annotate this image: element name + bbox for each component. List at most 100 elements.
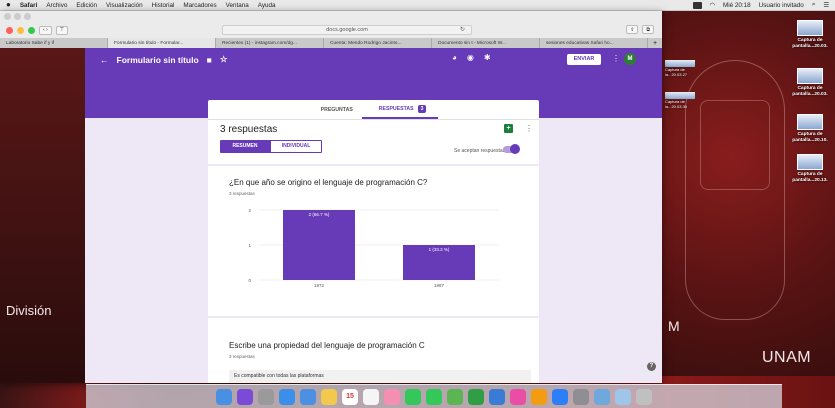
new-tab-icon[interactable]: + [648,40,662,47]
calendar-icon[interactable]: 15 [342,388,358,405]
zoom-button[interactable] [28,26,35,34]
keynote-icon[interactable] [489,388,505,405]
unam-emblem-shield [700,100,770,190]
chart-x-tick: 1987 [434,283,445,288]
back-arrow-icon[interactable]: ← [100,55,109,65]
avatar[interactable]: M [624,53,636,65]
close-button[interactable] [6,26,13,34]
chart-y-tick: 2 [248,208,251,213]
siri-icon[interactable] [237,388,253,405]
notes-icon[interactable] [321,388,337,405]
reminders-icon[interactable] [363,388,379,405]
safari-icon[interactable] [279,388,295,405]
appstore-icon[interactable] [552,388,568,405]
zoom-button[interactable] [24,13,31,20]
tab[interactable]: Cuenta: Mendo Rodrigo Jacinto... [324,38,432,48]
individual-toggle[interactable]: INDIVIDUAL [270,140,322,153]
tab[interactable]: sesiones educativas Safari ho... [540,38,648,48]
menu-item-visualizacion[interactable]: Visualización [106,2,143,9]
sidebar-button[interactable]: ⊤ [55,25,69,35]
photos-icon[interactable] [384,388,400,405]
menu-item-safari[interactable]: Safari [20,2,38,9]
menu-item-ventana[interactable]: Ventana [226,2,249,9]
menu-item-historial[interactable]: Historial [152,2,175,9]
share-button[interactable]: ⇪ [626,25,639,34]
search-icon[interactable]: ⌕ [812,1,816,9]
menu-item-edicion[interactable]: Edición [76,2,97,9]
file-thumbnail [797,154,823,170]
chart-data-label: 1 (33.3 %) [429,247,450,252]
forms-header-icons: ◕ ◉ ✱ [452,53,491,62]
mail-icon[interactable] [300,388,316,405]
response-text: Es compatible con todas las plataformas [229,370,531,383]
desktop-file[interactable]: Captura de pantalla...20.03. [790,68,830,98]
summary-toggle[interactable]: RESUMEN [220,140,270,153]
finder-icon[interactable] [216,388,232,405]
apple-icon[interactable]: ● [6,1,11,9]
file-thumbnail [665,60,695,67]
wifi-icon[interactable]: ◠ [710,2,716,9]
user-menu[interactable]: Usuario invitado [759,2,804,9]
sheets-icon[interactable]: + [504,124,513,133]
desktop-file[interactable]: Captura de pantalla...20.03. [790,20,830,50]
send-button[interactable]: ENVIAR [567,54,601,65]
chart-x-tick: 1972 [314,283,325,288]
more-options-icon[interactable]: ⋮ [612,54,620,63]
itunes-icon[interactable] [510,388,526,405]
menu-item-archivo[interactable]: Archivo [46,2,67,9]
chart-data-label: 2 (66.7 %) [309,212,330,217]
file-thumbnail [797,20,823,36]
toggle-knob[interactable] [510,144,520,154]
finder-folder-icon[interactable] [615,388,631,405]
minimize-button[interactable] [17,26,24,34]
tab-responses[interactable]: RESPUESTAS 3 [379,105,427,114]
tab[interactable]: Laboratorio Sabe if y if [0,38,108,48]
chart-bar[interactable] [283,210,355,280]
desktop-icon[interactable] [594,388,610,405]
desktop-file[interactable]: Captura de pantalla...20.13. [790,154,830,184]
close-button[interactable] [4,13,11,20]
responses-bar-chart: 0 1 2 2 (66.7 %) 1972 1 (33.3 %) 1987 [248,208,499,288]
question-title: ¿En que año se origino el lenguaje de pr… [229,178,428,187]
desktop-file[interactable]: Captura de la...20.03.27 [665,60,695,77]
reload-icon[interactable]: ↻ [460,26,465,33]
tab[interactable]: Documento sin t - Microsoft W... [432,38,540,48]
star-icon[interactable]: ☆ [220,54,228,65]
wallpaper-unam-text: UNAM [762,349,812,366]
chart-y-tick: 0 [248,278,251,283]
tab-active[interactable]: Formulario sin título - Formular... [108,38,216,48]
help-icon[interactable]: ? [647,362,656,371]
notification-center-icon[interactable]: ☰ [823,2,829,9]
url-bar[interactable]: docs.google.com [222,25,472,35]
file-thumbnail [797,114,823,130]
back-forward-buttons[interactable]: ‹ › [39,25,52,35]
question-response-count: 3 respuestas [229,191,255,196]
preview-eye-icon[interactable]: ◉ [467,53,474,62]
palette-icon[interactable]: ◕ [452,53,457,62]
folder-icon[interactable]: ■ [207,55,212,65]
ibooks-icon[interactable] [531,388,547,405]
clock[interactable]: Mié 20:18 [723,2,751,9]
tabs-button[interactable]: ⧉ [642,25,654,34]
responses-count-badge: 3 [417,105,427,113]
responses-more-icon[interactable]: ⋮ [525,124,533,133]
maps-icon[interactable] [447,388,463,405]
tab-questions[interactable]: PREGUNTAS [321,107,353,113]
trash-icon[interactable] [636,388,652,405]
status-icon[interactable] [692,1,702,9]
desktop-wallpaper-left [0,48,85,383]
preferences-icon[interactable] [573,388,589,405]
minimize-button[interactable] [14,13,21,20]
numbers-icon[interactable] [468,388,484,405]
desktop-file[interactable]: Captura de la...20.03.30 [665,92,695,109]
settings-gear-icon[interactable]: ✱ [484,53,491,62]
tab[interactable]: Recientes (1) - instagram.com/dg... [216,38,324,48]
chart-y-tick: 1 [248,243,251,248]
desktop-file[interactable]: Captura de pantalla...20.10. [790,114,830,144]
launchpad-icon[interactable] [258,388,274,405]
facetime-icon[interactable] [426,388,442,405]
form-title[interactable]: Formulario sin título [117,55,199,65]
menu-item-ayuda[interactable]: Ayuda [258,2,276,9]
menu-item-marcadores[interactable]: Marcadores [183,2,216,9]
messages-icon[interactable] [405,388,421,405]
